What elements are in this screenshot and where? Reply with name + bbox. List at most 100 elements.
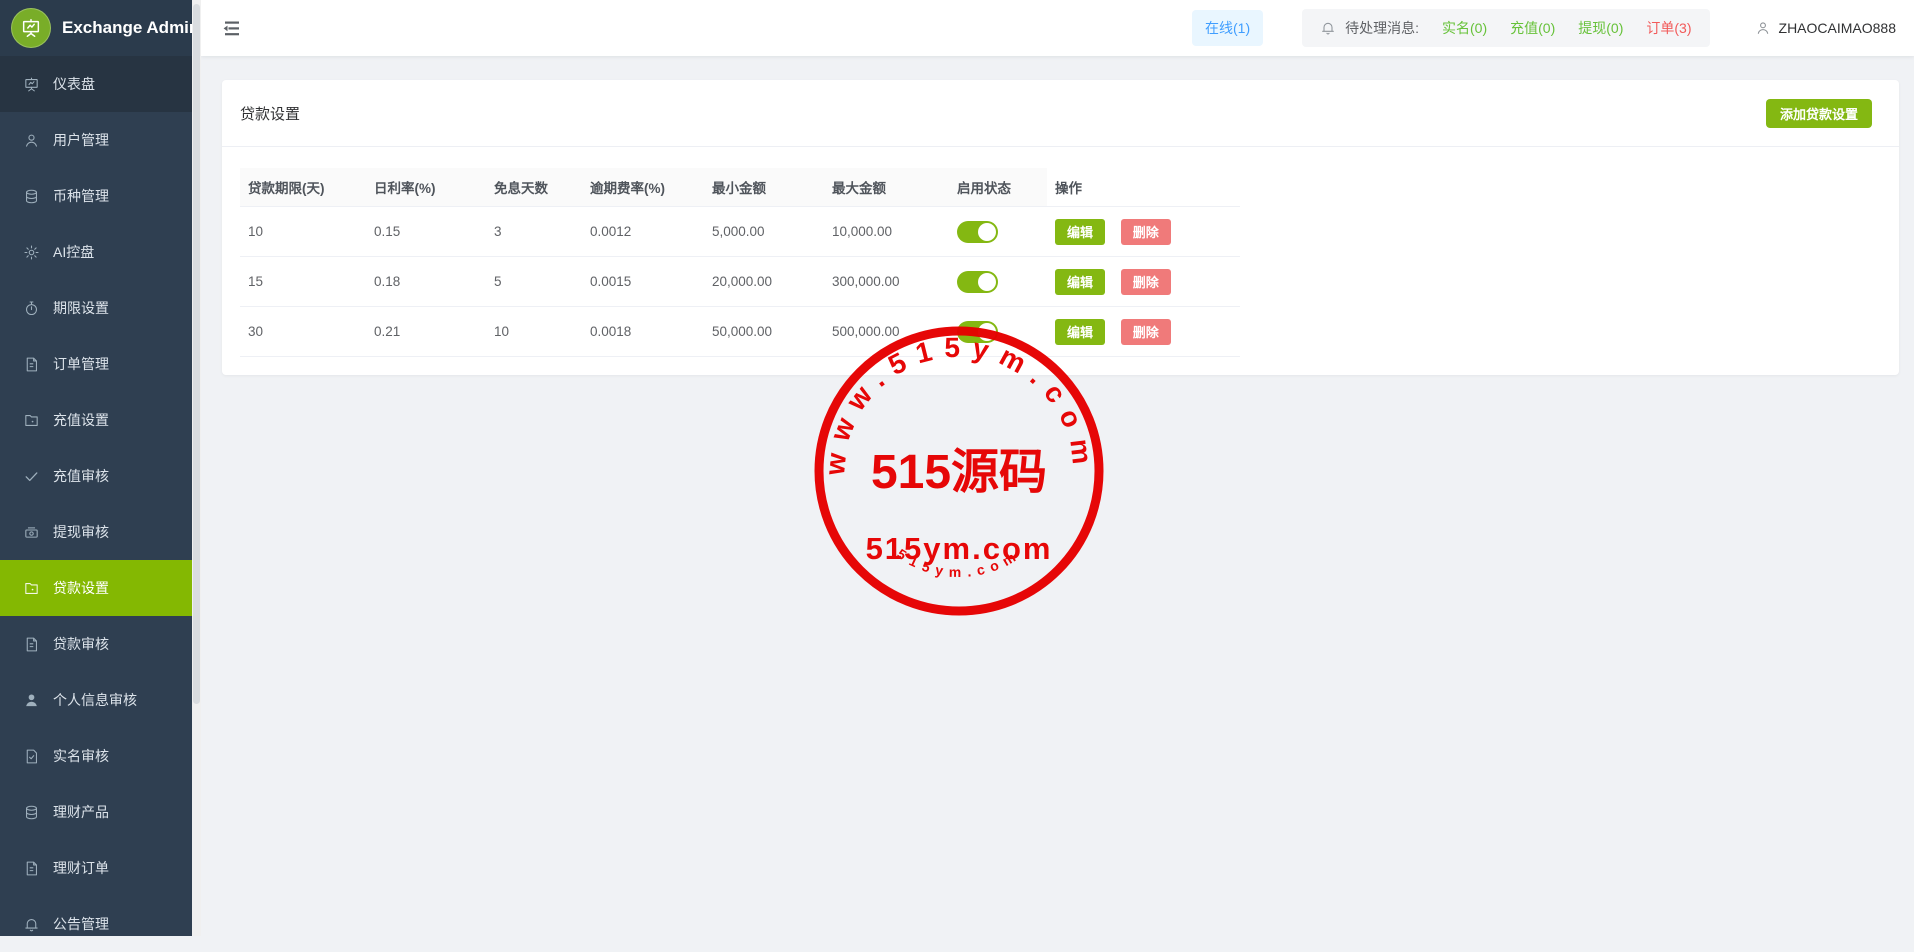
sidebar-item-recharge-settings[interactable]: 充值设置: [0, 392, 192, 448]
gear-icon: [23, 244, 40, 261]
edit-button[interactable]: 编辑: [1055, 319, 1105, 345]
col-actions: 操作: [1047, 168, 1240, 207]
sidebar-item-wealth-products[interactable]: 理财产品: [0, 784, 192, 840]
folder-icon: [23, 580, 40, 597]
enabled-toggle[interactable]: [957, 321, 998, 343]
cell-min-amount: 50,000.00: [704, 307, 824, 357]
sidebar-item-dashboard[interactable]: 仪表盘: [0, 56, 192, 112]
document-check-icon: [23, 748, 40, 765]
sidebar-item-recharge-review[interactable]: 充值审核: [0, 448, 192, 504]
sidebar-nav: 仪表盘 用户管理 币种管理 AI控盘 期限设置 订单管理 充值设置 充值审核: [0, 56, 192, 952]
folder-icon: [23, 412, 40, 429]
sidebar-item-users[interactable]: 用户管理: [0, 112, 192, 168]
loan-settings-card: 贷款设置 添加贷款设置 贷款期限(天) 日利率(%) 免息天数 逾期费率(%) …: [222, 80, 1899, 375]
delete-button[interactable]: 删除: [1121, 319, 1171, 345]
sidebar-item-term-settings[interactable]: 期限设置: [0, 280, 192, 336]
table-row: 15 0.18 5 0.0015 20,000.00 300,000.00 编辑…: [240, 257, 1240, 307]
timer-icon: [23, 300, 40, 317]
cell-daily-rate: 0.15: [366, 207, 486, 257]
stamp-center-text: 515源码: [871, 446, 1047, 499]
cell-min-amount: 5,000.00: [704, 207, 824, 257]
col-daily-rate: 日利率(%): [366, 168, 486, 207]
delete-button[interactable]: 删除: [1121, 219, 1171, 245]
sidebar-item-label: 仪表盘: [53, 74, 95, 94]
sidebar-item-announcements[interactable]: 公告管理: [0, 896, 192, 952]
sidebar-item-wealth-orders[interactable]: 理财订单: [0, 840, 192, 896]
cell-interest-free-days: 10: [486, 307, 582, 357]
coins-icon: [23, 188, 40, 205]
app-title: Exchange Admin: [62, 18, 199, 38]
add-loan-setting-button[interactable]: 添加贷款设置: [1766, 99, 1872, 128]
col-loan-period: 贷款期限(天): [240, 168, 366, 207]
bell-icon: [1320, 20, 1336, 36]
col-max-amount: 最大金额: [824, 168, 949, 207]
col-interest-free-days: 免息天数: [486, 168, 582, 207]
sidebar-item-label: 充值审核: [53, 466, 109, 486]
sidebar-item-label: 订单管理: [53, 354, 109, 374]
person-filled-icon: [23, 692, 40, 709]
cell-max-amount: 500,000.00: [824, 307, 949, 357]
sidebar-item-label: 公告管理: [53, 914, 109, 934]
sidebar-item-label: 币种管理: [53, 186, 109, 206]
message-counter-recharge[interactable]: 充值(0): [1510, 18, 1555, 38]
user-icon: [23, 132, 40, 149]
cell-loan-period: 30: [240, 307, 366, 357]
online-badge[interactable]: 在线(1): [1192, 10, 1263, 46]
edit-button[interactable]: 编辑: [1055, 219, 1105, 245]
cell-max-amount: 10,000.00: [824, 207, 949, 257]
sidebar-item-orders[interactable]: 订单管理: [0, 336, 192, 392]
cell-interest-free-days: 3: [486, 207, 582, 257]
sidebar-item-profile-review[interactable]: 个人信息审核: [0, 672, 192, 728]
cell-min-amount: 20,000.00: [704, 257, 824, 307]
app-logo: [11, 8, 51, 48]
document-icon: [23, 356, 40, 373]
document-icon: [23, 860, 40, 877]
sidebar-scrollbar-track: [192, 0, 201, 936]
sidebar-item-ai-control[interactable]: AI控盘: [0, 224, 192, 280]
username: ZHAOCAIMAO888: [1779, 20, 1896, 36]
pending-messages-label: 待处理消息:: [1345, 18, 1419, 38]
enabled-toggle[interactable]: [957, 221, 998, 243]
coins-icon: [23, 804, 40, 821]
page-title: 贷款设置: [240, 103, 300, 124]
delete-button[interactable]: 删除: [1121, 269, 1171, 295]
check-icon: [23, 468, 40, 485]
sidebar-item-label: 个人信息审核: [53, 690, 137, 710]
edit-button[interactable]: 编辑: [1055, 269, 1105, 295]
message-counter-withdraw[interactable]: 提现(0): [1578, 18, 1623, 38]
sidebar-item-label: 期限设置: [53, 298, 109, 318]
menu-fold-icon[interactable]: [221, 19, 243, 37]
sidebar-item-label: AI控盘: [53, 242, 94, 262]
sidebar-item-withdraw-review[interactable]: 提现审核: [0, 504, 192, 560]
sidebar-scrollbar-thumb[interactable]: [193, 4, 200, 704]
sidebar-item-realname-review[interactable]: 实名审核: [0, 728, 192, 784]
logo-bar: Exchange Admin: [0, 0, 192, 56]
sidebar-item-label: 提现审核: [53, 522, 109, 542]
document-icon: [23, 636, 40, 653]
col-min-amount: 最小金额: [704, 168, 824, 207]
cell-interest-free-days: 5: [486, 257, 582, 307]
card-body: 贷款期限(天) 日利率(%) 免息天数 逾期费率(%) 最小金额 最大金额 启用…: [222, 147, 1899, 357]
sidebar: Exchange Admin 仪表盘 用户管理 币种管理 AI控盘 期限设置 订…: [0, 0, 192, 936]
sidebar-item-label: 实名审核: [53, 746, 109, 766]
pending-messages: 待处理消息: 实名(0) 充值(0) 提现(0) 订单(3): [1302, 9, 1709, 47]
col-enabled-status: 启用状态: [949, 168, 1047, 207]
cell-loan-period: 10: [240, 207, 366, 257]
sidebar-item-label: 充值设置: [53, 410, 109, 430]
message-counter-realname[interactable]: 实名(0): [1442, 18, 1487, 38]
sidebar-item-label: 理财产品: [53, 802, 109, 822]
sidebar-item-currencies[interactable]: 币种管理: [0, 168, 192, 224]
table-header-row: 贷款期限(天) 日利率(%) 免息天数 逾期费率(%) 最小金额 最大金额 启用…: [240, 168, 1240, 207]
card-header: 贷款设置 添加贷款设置: [222, 80, 1899, 147]
sidebar-item-label: 贷款审核: [53, 634, 109, 654]
sidebar-item-loan-settings[interactable]: 贷款设置: [0, 560, 192, 616]
message-counter-orders[interactable]: 订单(3): [1646, 18, 1691, 38]
stamp-subline-text: 515ym.com: [866, 531, 1053, 566]
table-row: 30 0.21 10 0.0018 50,000.00 500,000.00 编…: [240, 307, 1240, 357]
stamp-arc-bottom-text: 515ym.com: [894, 545, 1024, 580]
enabled-toggle[interactable]: [957, 271, 998, 293]
user-menu[interactable]: ZHAOCAIMAO888: [1755, 20, 1896, 36]
cell-overdue-rate: 0.0012: [582, 207, 704, 257]
user-icon: [1755, 20, 1771, 36]
sidebar-item-loan-review[interactable]: 贷款审核: [0, 616, 192, 672]
